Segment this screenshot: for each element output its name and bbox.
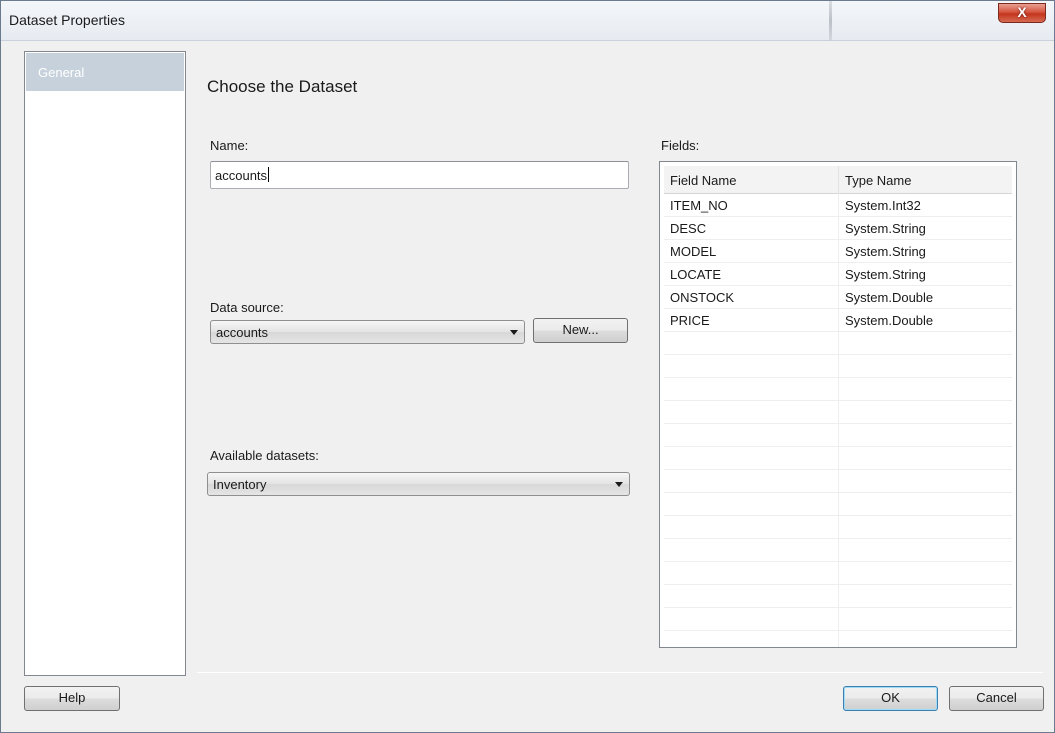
table-row[interactable] <box>664 355 1012 378</box>
table-row[interactable] <box>664 424 1012 447</box>
table-row[interactable]: ONSTOCK System.Double <box>664 286 1012 309</box>
type-name-cell[interactable] <box>838 447 1012 470</box>
type-name-cell[interactable] <box>838 493 1012 516</box>
field-name-cell[interactable] <box>664 539 838 562</box>
window-title: Dataset Properties <box>9 12 125 28</box>
field-name-cell[interactable] <box>664 424 838 447</box>
column-header-type-name[interactable]: Type Name <box>838 166 1012 194</box>
name-input[interactable]: accounts <box>210 161 629 189</box>
close-button[interactable]: X <box>998 3 1046 23</box>
type-name-cell[interactable]: System.Double <box>838 309 1012 332</box>
field-name-cell[interactable] <box>664 585 838 608</box>
type-name-cell[interactable]: System.String <box>838 263 1012 286</box>
field-name-cell[interactable] <box>664 493 838 516</box>
name-label: Name: <box>210 138 249 153</box>
new-data-source-button[interactable]: New... <box>533 318 628 343</box>
data-source-value: accounts <box>216 325 269 340</box>
text-caret <box>268 167 270 182</box>
type-name-cell[interactable] <box>838 539 1012 562</box>
table-row[interactable] <box>664 332 1012 355</box>
table-row[interactable]: DESC System.String <box>664 217 1012 240</box>
type-name-cell[interactable]: System.Double <box>838 286 1012 309</box>
fields-grid-header: Field Name Type Name <box>664 166 1012 194</box>
table-row[interactable]: MODEL System.String <box>664 240 1012 263</box>
footer-divider <box>197 672 1043 673</box>
type-name-cell[interactable] <box>838 470 1012 493</box>
data-source-label: Data source: <box>210 300 284 315</box>
close-icon: X <box>1017 4 1027 20</box>
title-bar: Dataset Properties X <box>1 1 1054 41</box>
field-name-cell[interactable] <box>664 631 838 647</box>
type-name-cell[interactable] <box>838 424 1012 447</box>
type-name-cell[interactable]: System.String <box>838 217 1012 240</box>
fields-label: Fields: <box>661 138 700 153</box>
fields-grid-rows: ITEM_NO System.Int32 DESC System.String MODE… <box>664 194 1012 647</box>
available-datasets-value: Inventory <box>213 477 267 492</box>
type-name-cell[interactable] <box>838 585 1012 608</box>
name-input-value: accounts <box>215 168 268 183</box>
field-name-cell[interactable] <box>664 562 838 585</box>
table-row[interactable] <box>664 585 1012 608</box>
type-name-cell[interactable] <box>838 516 1012 539</box>
cancel-button[interactable]: Cancel <box>949 686 1044 711</box>
data-source-dropdown[interactable]: accounts <box>210 320 525 344</box>
field-name-cell[interactable]: PRICE <box>664 309 838 332</box>
dataset-properties-dialog: Dataset Properties X General Choose the … <box>0 0 1055 733</box>
type-name-cell[interactable] <box>838 608 1012 631</box>
table-row[interactable] <box>664 562 1012 585</box>
title-bar-decoration <box>829 1 832 41</box>
field-name-cell[interactable] <box>664 470 838 493</box>
table-row[interactable] <box>664 447 1012 470</box>
help-button[interactable]: Help <box>24 686 120 711</box>
column-header-field-name[interactable]: Field Name <box>664 166 838 194</box>
field-name-cell[interactable] <box>664 401 838 424</box>
nav-item-label: General <box>38 65 85 80</box>
type-name-cell[interactable]: System.String <box>838 240 1012 263</box>
table-row[interactable] <box>664 378 1012 401</box>
page-title: Choose the Dataset <box>207 77 358 96</box>
available-datasets-label: Available datasets: <box>210 448 319 463</box>
table-row[interactable] <box>664 401 1012 424</box>
table-row[interactable] <box>664 608 1012 631</box>
ok-button[interactable]: OK <box>843 686 938 711</box>
table-row[interactable] <box>664 539 1012 562</box>
type-name-cell[interactable] <box>838 401 1012 424</box>
nav-pane: General <box>24 51 186 676</box>
dropdown-arrow-icon <box>615 482 623 487</box>
field-name-cell[interactable] <box>664 332 838 355</box>
dialog-body: General Choose the Dataset Name: account… <box>13 41 1046 723</box>
table-row[interactable] <box>664 493 1012 516</box>
type-name-cell[interactable] <box>838 355 1012 378</box>
field-name-cell[interactable] <box>664 608 838 631</box>
table-row[interactable]: LOCATE System.String <box>664 263 1012 286</box>
field-name-cell[interactable] <box>664 355 838 378</box>
type-name-cell[interactable] <box>838 562 1012 585</box>
type-name-cell[interactable]: System.Int32 <box>838 194 1012 217</box>
type-name-cell[interactable] <box>838 378 1012 401</box>
dropdown-arrow-icon <box>510 330 518 335</box>
nav-item-general[interactable]: General <box>26 53 184 91</box>
table-row[interactable]: PRICE System.Double <box>664 309 1012 332</box>
table-row[interactable] <box>664 470 1012 493</box>
field-name-cell[interactable]: ITEM_NO <box>664 194 838 217</box>
field-name-cell[interactable]: MODEL <box>664 240 838 263</box>
field-name-cell[interactable] <box>664 447 838 470</box>
field-name-cell[interactable]: LOCATE <box>664 263 838 286</box>
table-row[interactable]: ITEM_NO System.Int32 <box>664 194 1012 217</box>
field-name-cell[interactable]: DESC <box>664 217 838 240</box>
type-name-cell[interactable] <box>838 332 1012 355</box>
table-row[interactable] <box>664 631 1012 647</box>
available-datasets-dropdown[interactable]: Inventory <box>207 472 630 496</box>
field-name-cell[interactable] <box>664 516 838 539</box>
type-name-cell[interactable] <box>838 631 1012 647</box>
field-name-cell[interactable]: ONSTOCK <box>664 286 838 309</box>
fields-grid[interactable]: Field Name Type Name ITEM_NO System.Int32… <box>659 161 1017 648</box>
table-row[interactable] <box>664 516 1012 539</box>
field-name-cell[interactable] <box>664 378 838 401</box>
